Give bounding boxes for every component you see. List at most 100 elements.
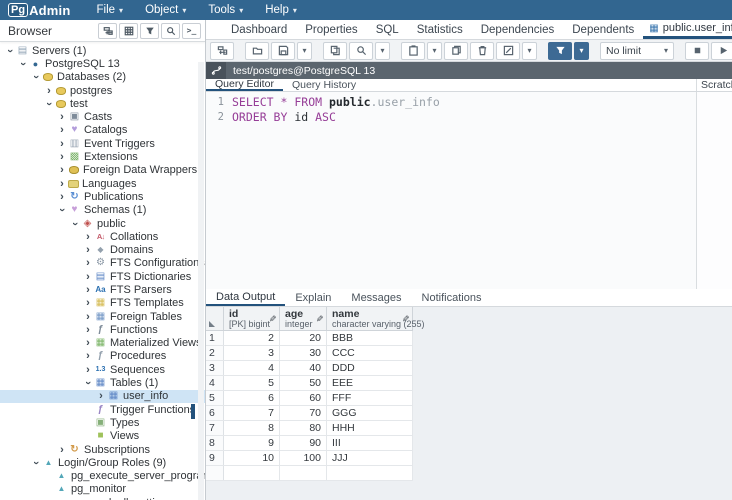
main-tab[interactable]: Dependencies — [472, 20, 564, 39]
tree-item[interactable]: Event Triggers — [0, 137, 205, 150]
connection-status[interactable] — [206, 62, 226, 79]
tree-item[interactable]: PostgreSQL 13 — [0, 57, 205, 70]
paste-button[interactable] — [401, 42, 425, 60]
tree-item[interactable]: Servers (1) — [0, 44, 205, 57]
expand-arrow-icon[interactable] — [82, 351, 94, 361]
table-row[interactable]: 6 7 70 GGG — [206, 406, 413, 421]
tree-item[interactable]: FTS Parsers — [0, 283, 205, 296]
cell-name[interactable]: CCC — [327, 346, 413, 360]
expand-arrow-icon[interactable] — [56, 165, 68, 175]
tree-item[interactable]: Subscriptions — [0, 443, 205, 456]
row-number-cell[interactable] — [206, 466, 224, 480]
tree-item[interactable]: Materialized Views — [0, 337, 205, 350]
tree-item[interactable]: postgres — [0, 84, 205, 97]
cell-id[interactable]: 6 — [224, 391, 280, 405]
expand-arrow-icon[interactable] — [56, 445, 68, 455]
tree-item[interactable]: public — [0, 217, 205, 230]
menu-item[interactable]: Help ▾ — [265, 4, 297, 16]
tree-item[interactable]: Foreign Data Wrappers — [0, 164, 205, 177]
cell-age[interactable]: 30 — [280, 346, 327, 360]
table-row[interactable] — [206, 466, 413, 481]
edit-button[interactable] — [496, 42, 520, 60]
menu-item[interactable]: File ▾ — [97, 4, 124, 16]
tree-item[interactable]: Domains — [0, 243, 205, 256]
cell-name[interactable]: HHH — [327, 421, 413, 435]
expand-arrow-icon[interactable] — [82, 258, 94, 268]
psql-tool-button[interactable]: >_ — [182, 23, 201, 39]
tree-item[interactable]: Functions — [0, 323, 205, 336]
tree-item[interactable]: FTS Dictionaries — [0, 270, 205, 283]
tree-scrollbar[interactable] — [198, 62, 204, 500]
table-row[interactable]: 3 4 40 DDD — [206, 361, 413, 376]
row-number-cell[interactable]: 5 — [206, 391, 224, 405]
table-row[interactable]: 5 6 60 FFF — [206, 391, 413, 406]
expand-arrow-icon[interactable] — [95, 391, 107, 401]
table-row[interactable]: 9 10 100 JJJ — [206, 451, 413, 466]
cell-name[interactable]: EEE — [327, 376, 413, 390]
tree-item[interactable]: Languages — [0, 177, 205, 190]
main-tab[interactable]: Dashboard — [222, 20, 296, 39]
table-row[interactable]: 7 8 80 HHH — [206, 421, 413, 436]
view-data-button[interactable] — [119, 23, 138, 39]
expand-arrow-icon[interactable] — [56, 179, 68, 189]
search-objects-button[interactable] — [161, 23, 180, 39]
table-row[interactable]: 8 9 90 III — [206, 436, 413, 451]
cell-name[interactable]: FFF — [327, 391, 413, 405]
expand-arrow-icon[interactable] — [43, 86, 55, 96]
cell-name[interactable]: III — [327, 436, 413, 450]
cell-id[interactable] — [224, 466, 280, 480]
tree-item[interactable]: Foreign Tables — [0, 310, 205, 323]
save-menu-button[interactable]: ▾ — [297, 42, 312, 60]
scratch-pad[interactable] — [696, 92, 732, 289]
expand-arrow-icon[interactable] — [82, 365, 94, 375]
sql-editor[interactable]: 1 SELECT * FROM public.user_info 2 ORDER… — [206, 92, 696, 289]
cell-name[interactable]: BBB — [327, 331, 413, 345]
select-all-cell[interactable] — [206, 307, 224, 330]
cell-id[interactable]: 2 — [224, 331, 280, 345]
expand-arrow-icon[interactable] — [43, 99, 55, 109]
tree-item[interactable]: FTS Configurations — [0, 257, 205, 270]
column-header-name[interactable]: name character varying (255) ✎ — [327, 307, 413, 330]
delete-button[interactable] — [470, 42, 494, 60]
row-number-cell[interactable]: 6 — [206, 406, 224, 420]
code-line[interactable]: 2 ORDER BY id ASC — [206, 110, 696, 125]
find-menu-button[interactable]: ▾ — [375, 42, 390, 60]
expand-arrow-icon[interactable] — [82, 325, 94, 335]
main-tab[interactable]: Dependents — [563, 20, 643, 39]
expand-arrow-icon[interactable] — [56, 152, 68, 162]
filter-button[interactable] — [548, 42, 572, 60]
tree-item[interactable]: Trigger Functions — [0, 403, 205, 416]
row-number-cell[interactable]: 2 — [206, 346, 224, 360]
cell-name[interactable]: JJJ — [327, 451, 413, 465]
tree-item[interactable]: Extensions — [0, 150, 205, 163]
cell-age[interactable]: 100 — [280, 451, 327, 465]
tree-item[interactable]: Casts — [0, 110, 205, 123]
tree-item[interactable]: pg_monitor — [0, 483, 205, 496]
row-number-cell[interactable]: 3 — [206, 361, 224, 375]
expand-arrow-icon[interactable] — [56, 112, 68, 122]
expand-arrow-icon[interactable] — [82, 272, 94, 282]
cell-id[interactable]: 9 — [224, 436, 280, 450]
tree-item[interactable]: Schemas (1) — [0, 204, 205, 217]
find-button[interactable] — [349, 42, 373, 60]
tree-item[interactable]: test — [0, 97, 205, 110]
cell-id[interactable]: 5 — [224, 376, 280, 390]
tab-query-editor[interactable]: Query Editor — [206, 79, 283, 91]
query-tool-button[interactable] — [98, 23, 117, 39]
output-tab[interactable]: Explain — [285, 289, 341, 306]
table-row[interactable]: 1 2 20 BBB — [206, 331, 413, 346]
cell-age[interactable]: 70 — [280, 406, 327, 420]
tab-query-history[interactable]: Query History — [283, 79, 365, 91]
filter-menu-button[interactable]: ▾ — [574, 42, 589, 60]
tree-item[interactable]: Login/Group Roles (9) — [0, 456, 205, 469]
row-number-cell[interactable]: 9 — [206, 451, 224, 465]
tree-item[interactable]: Views — [0, 430, 205, 443]
query-tool-tab-active[interactable]: ▦ public.user_info/test/postgres@Postgre… — [643, 20, 732, 39]
cell-age[interactable]: 80 — [280, 421, 327, 435]
tree-item[interactable]: Catalogs — [0, 124, 205, 137]
code-line[interactable]: 1 SELECT * FROM public.user_info — [206, 95, 696, 110]
cell-id[interactable]: 3 — [224, 346, 280, 360]
cell-id[interactable]: 8 — [224, 421, 280, 435]
row-limit-select[interactable]: No limit ▾ — [600, 42, 674, 60]
main-tab[interactable]: Properties — [296, 20, 366, 39]
